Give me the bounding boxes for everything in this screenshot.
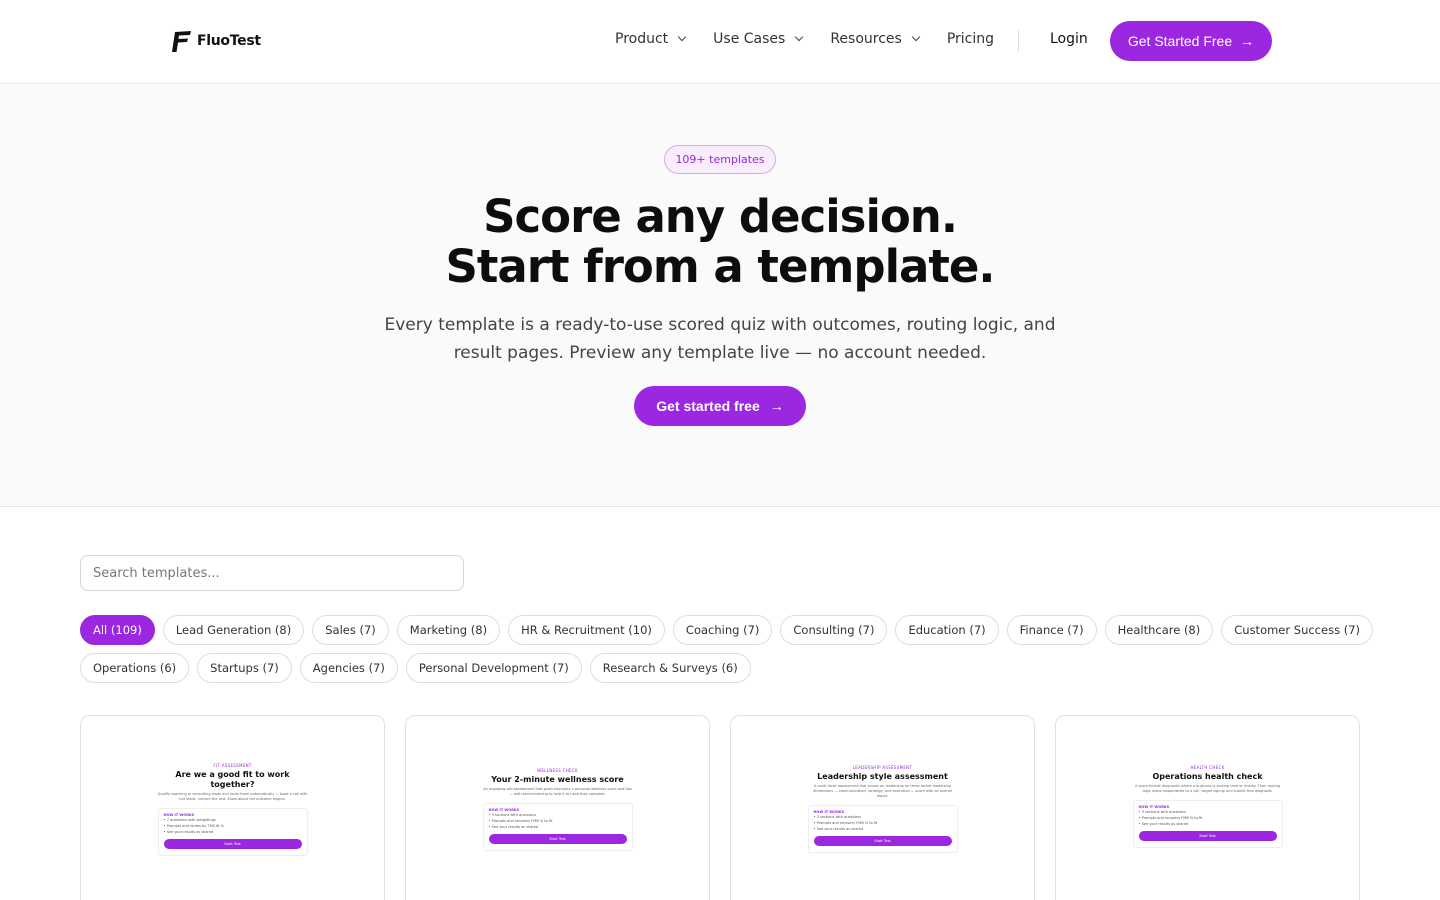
preview-title: Operations health check: [1152, 772, 1263, 781]
filter-chip-education[interactable]: Education (7): [895, 615, 999, 645]
templates-count-badge: 109+ templates: [664, 145, 776, 174]
button-label: Get started free: [656, 398, 760, 414]
arrow-right-icon: →: [769, 398, 784, 414]
preview-description: A score-format diagnostic where a busine…: [1134, 784, 1281, 793]
chevron-down-icon: [911, 32, 921, 42]
template-card[interactable]: WELLNESS CHECK Your 2-minute wellness sc…: [405, 715, 710, 900]
filter-chip-finance[interactable]: Finance (7): [1006, 615, 1097, 645]
filter-chip-coaching[interactable]: Coaching (7): [672, 615, 773, 645]
category-filters: All (109) Lead Generation (8) Sales (7) …: [80, 615, 1380, 683]
nav-item-label: Pricing: [946, 31, 995, 47]
filter-chip-consulting[interactable]: Consulting (7): [780, 615, 888, 645]
template-preview: LEADERSHIP ASSESSMENT Leadership style a…: [807, 765, 958, 853]
template-card[interactable]: LEADERSHIP ASSESSMENT Leadership style a…: [730, 715, 1035, 900]
hero-title-line2: Start from a template.: [445, 240, 996, 293]
nav-item-resources[interactable]: Resources: [830, 31, 921, 47]
filter-chip-marketing[interactable]: Marketing (8): [396, 615, 501, 645]
nav-item-use-cases[interactable]: Use Cases: [713, 31, 804, 47]
site-header: FluoTest Product Use Cases Resources Pri…: [0, 0, 1440, 84]
filter-chip-agencies[interactable]: Agencies (7): [299, 653, 398, 683]
hero-subtitle-line2: result pages. Preview any template live …: [453, 343, 987, 363]
hero-section: 109+ templates Score any decision. Start…: [0, 84, 1440, 507]
preview-list-item: • See your results as shared: [488, 825, 539, 829]
preview-description: A multi-facet assessment that scores on …: [813, 784, 952, 798]
filter-chip-hr-recruitment[interactable]: HR & Recruitment (10): [508, 615, 665, 645]
template-card[interactable]: FIT ASSESSMENT Are we a good fit to work…: [80, 715, 385, 900]
preview-tag: LEADERSHIP ASSESSMENT: [852, 765, 913, 770]
filter-chip-operations[interactable]: Operations (6): [80, 653, 190, 683]
search-input[interactable]: [80, 555, 464, 591]
get-started-free-button[interactable]: Get Started Free →: [1110, 21, 1272, 61]
filter-chip-sales[interactable]: Sales (7): [312, 615, 389, 645]
nav-item-product[interactable]: Product: [615, 31, 687, 47]
preview-how-it-works: HOW IT WORKS • 3 sections with questions…: [482, 803, 633, 851]
preview-tag: FIT ASSESSMENT: [213, 763, 252, 768]
filter-chip-lead-generation[interactable]: Lead Generation (8): [162, 615, 305, 645]
preview-start-button: Start Test: [163, 839, 302, 849]
preview-start-button: Start Test: [813, 836, 952, 846]
hero-subtitle-line1: Every template is a ready-to-use scored …: [384, 315, 1056, 335]
login-link[interactable]: Login: [1050, 31, 1088, 47]
template-preview: WELLNESS CHECK Your 2-minute wellness sc…: [482, 768, 633, 851]
preview-title: Your 2-minute wellness score: [491, 775, 624, 784]
button-label: Get Started Free: [1127, 33, 1233, 49]
filter-chip-startups[interactable]: Startups (7): [197, 653, 292, 683]
arrow-right-icon: →: [1240, 33, 1255, 49]
logo[interactable]: FluoTest: [170, 28, 261, 54]
nav-item-label: Resources: [830, 31, 902, 47]
hero-title: Score any decision. Start from a templat…: [0, 192, 1440, 292]
preview-description: Qualify coaching or consulting leads and…: [157, 792, 308, 801]
chevron-down-icon: [795, 32, 804, 42]
template-preview: FIT ASSESSMENT Are we a good fit to work…: [157, 763, 308, 856]
filter-chip-healthcare[interactable]: Healthcare (8): [1104, 615, 1214, 645]
filter-chip-research-surveys[interactable]: Research & Surveys (6): [589, 653, 751, 683]
preview-list-item: • See your results as shared: [1138, 822, 1189, 826]
preview-how-it-works: HOW IT WORKS • 3 sections with questions…: [1132, 800, 1283, 848]
filter-chip-personal-development[interactable]: Personal Development (7): [405, 653, 582, 683]
nav-divider: [1018, 30, 1019, 52]
preview-description: An engaging self-assessment that gives e…: [483, 787, 632, 796]
preview-how-it-works: HOW IT WORKS • 7 questions with weightin…: [157, 808, 308, 856]
get-started-hero-button[interactable]: Get started free →: [634, 386, 806, 426]
nav-item-pricing[interactable]: Pricing: [947, 31, 994, 47]
preview-list-item: • See your results as shared: [163, 830, 214, 834]
template-card[interactable]: HEALTH CHECK Operations health check A s…: [1055, 715, 1360, 900]
main-nav: Product Use Cases Resources Pricing: [615, 31, 1022, 47]
logo-icon: [172, 31, 191, 52]
preview-tag: WELLNESS CHECK: [537, 768, 578, 773]
preview-tag: HEALTH CHECK: [1190, 765, 1225, 770]
template-preview: HEALTH CHECK Operations health check A s…: [1132, 765, 1283, 848]
logo-text: FluoTest: [197, 33, 261, 49]
preview-title: Leadership style assessment: [817, 772, 948, 781]
chevron-down-icon: [677, 32, 687, 42]
filter-chip-all[interactable]: All (109): [80, 615, 155, 645]
hero-title-line1: Score any decision.: [483, 190, 958, 243]
preview-list-item: • See your results as shared: [813, 827, 864, 831]
preview-start-button: Start Test: [1138, 831, 1277, 841]
preview-how-it-works: HOW IT WORKS • 3 sections with questions…: [807, 805, 958, 853]
preview-start-button: Start Test: [488, 834, 627, 844]
hero-subtitle: Every template is a ready-to-use scored …: [380, 311, 1060, 367]
nav-item-label: Use Cases: [713, 31, 786, 47]
nav-item-label: Product: [615, 31, 669, 47]
filter-chip-customer-success[interactable]: Customer Success (7): [1221, 615, 1374, 645]
preview-title: Are we a good fit to work together?: [175, 770, 290, 789]
